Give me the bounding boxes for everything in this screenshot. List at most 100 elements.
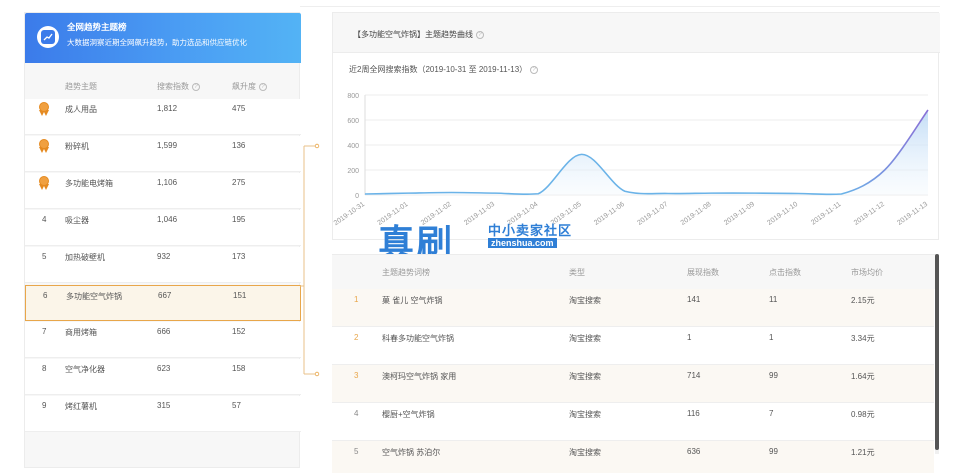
keyword-rank: 3 <box>354 371 359 380</box>
trend-chart-icon <box>37 26 59 48</box>
topic-row[interactable]: 粉碎机 1,599 136 <box>25 136 301 172</box>
topic-row[interactable]: 6 多功能空气炸锅 667 151 <box>25 285 301 321</box>
topic-name: 烤红薯机 <box>65 402 97 411</box>
topic-rise: 195 <box>232 215 246 224</box>
keyword-row[interactable]: 5 空气炸锅 苏泊尔 淘宝搜索 636 99 1.21元 <box>332 441 934 473</box>
topic-rank: 4 <box>42 215 47 224</box>
keyword-word: 空气炸锅 苏泊尔 <box>382 448 441 457</box>
topic-name: 加热破壁机 <box>65 253 105 262</box>
help-icon[interactable]: ? <box>530 65 539 74</box>
topic-rise: 152 <box>232 327 246 336</box>
topic-search-index: 623 <box>157 364 171 373</box>
topic-search-index: 1,599 <box>157 141 178 150</box>
topic-rise: 151 <box>233 291 247 300</box>
keyword-show-index: 636 <box>687 447 701 456</box>
trend-banner: 全网趋势主题榜 大数据洞察近期全网飙升趋势，助力选品和供应链优化 <box>25 13 301 63</box>
topic-row[interactable]: 多功能电烤箱 1,106 275 <box>25 173 301 209</box>
keyword-type: 淘宝搜索 <box>569 372 601 381</box>
series-area <box>365 110 928 195</box>
x-tick-label: 2019-11-09 <box>723 201 756 227</box>
keyword-show-index: 1 <box>687 333 692 342</box>
col-price: 市场均价 <box>851 268 883 277</box>
watermark-en: zhenshua.com <box>488 238 557 248</box>
trend-curve-panel: 【多功能空气炸锅】主题趋势曲线? 近2周全网搜索指数（2019-10-31 至 … <box>332 12 940 240</box>
medal-icon <box>38 139 50 153</box>
topic-name: 空气净化器 <box>65 365 105 374</box>
x-tick-label: 2019-11-08 <box>680 201 713 227</box>
keyword-word: 科春多功能空气炸锅 <box>382 334 454 343</box>
keyword-price: 3.34元 <box>851 334 875 343</box>
y-tick-label: 600 <box>347 118 359 125</box>
keyword-show-index: 116 <box>687 409 700 418</box>
y-tick-label: 800 <box>347 93 359 100</box>
topic-rank: 7 <box>42 327 47 336</box>
keyword-type: 淘宝搜索 <box>569 334 601 343</box>
topic-name: 成人用品 <box>65 105 97 114</box>
keyword-table: 主题趋势词榜 类型 展现指数 点击指数 市场均价 1菓 雀儿 空气炸锅 淘宝搜索 1… <box>332 254 939 473</box>
topic-name: 商用烤箱 <box>65 328 97 337</box>
topic-search-index: 666 <box>157 327 171 336</box>
keyword-click-index: 7 <box>769 409 774 418</box>
topic-row[interactable]: 成人用品 1,812 475 <box>25 99 301 135</box>
x-tick-label: 2019-11-12 <box>853 201 886 227</box>
topic-search-index: 932 <box>157 252 171 261</box>
topic-rise: 275 <box>232 178 246 187</box>
topic-rank: 9 <box>42 401 47 410</box>
topic-rise: 57 <box>232 401 241 410</box>
help-icon[interactable]: ? <box>259 82 267 91</box>
keyword-type: 淘宝搜索 <box>569 296 601 305</box>
keyword-price: 1.21元 <box>851 448 875 457</box>
topic-row[interactable]: 5 加热破壁机 932 173 <box>25 247 301 283</box>
topic-search-index: 1,106 <box>157 178 178 187</box>
keyword-show-index: 714 <box>687 371 701 380</box>
topic-search-index: 1,812 <box>157 104 178 113</box>
keyword-click-index: 99 <box>769 371 778 380</box>
help-icon[interactable]: ? <box>192 82 200 91</box>
help-icon[interactable]: ? <box>476 30 484 39</box>
topic-row[interactable]: 7 商用烤箱 666 152 <box>25 322 301 358</box>
keyword-word: 樱厨+空气炸锅 <box>382 410 435 419</box>
banner-title: 全网趋势主题榜 <box>67 22 127 32</box>
keyword-rank: 2 <box>354 333 359 342</box>
keyword-rank: 4 <box>354 409 359 418</box>
x-tick-label: 2019-11-11 <box>810 201 843 227</box>
keyword-rank: 1 <box>354 295 359 304</box>
topic-rise: 158 <box>232 364 246 373</box>
keyword-price: 1.64元 <box>851 372 875 381</box>
series-line <box>364 109 929 196</box>
topic-name: 多功能空气炸锅 <box>66 292 122 301</box>
keyword-price: 2.15元 <box>851 296 875 305</box>
topic-rank: 5 <box>42 252 47 261</box>
keyword-type: 淘宝搜索 <box>569 448 601 457</box>
col-search-index: 搜索指数? <box>157 81 200 92</box>
keyword-row[interactable]: 1 菓 雀儿 空气炸锅 淘宝搜索 141 11 2.15元 <box>332 289 934 327</box>
scrollbar-thumb[interactable] <box>935 254 939 450</box>
topic-name: 多功能电烤箱 <box>65 179 113 188</box>
topic-rise: 136 <box>232 141 246 150</box>
keyword-type: 淘宝搜索 <box>569 410 601 419</box>
x-tick-label: 2019-11-13 <box>896 201 929 227</box>
keyword-show-index: 141 <box>687 295 701 304</box>
keyword-click-index: 11 <box>769 295 778 304</box>
keyword-rank: 5 <box>354 447 359 456</box>
keyword-row[interactable]: 3 澳柯玛空气炸锅 家用 淘宝搜索 714 99 1.64元 <box>332 365 934 403</box>
topic-row[interactable]: 9 烤红薯机 315 57 <box>25 396 301 432</box>
keyword-word: 菓 雀儿 空气炸锅 <box>382 296 443 305</box>
x-tick-label: 2019-11-07 <box>636 201 669 227</box>
topic-row[interactable]: 4 吸尘器 1,046 195 <box>25 210 301 246</box>
topic-search-index: 667 <box>158 291 172 300</box>
x-tick-label: 2019-10-31 <box>333 201 366 227</box>
col-topic: 趋势主题 <box>65 82 97 91</box>
keyword-row[interactable]: 4 樱厨+空气炸锅 淘宝搜索 116 7 0.98元 <box>332 403 934 441</box>
trend-curve-header: 【多功能空气炸锅】主题趋势曲线? <box>333 13 940 53</box>
keyword-row[interactable]: 2 科春多功能空气炸锅 淘宝搜索 1 1 3.34元 <box>332 327 934 365</box>
keyword-click-index: 1 <box>769 333 774 342</box>
keyword-table-header: 主题趋势词榜 类型 展现指数 点击指数 市场均价 <box>332 255 939 289</box>
col-rise: 飙升度? <box>232 81 267 92</box>
trend-curve-title: 【多功能空气炸锅】主题趋势曲线? <box>353 29 484 40</box>
col-type: 类型 <box>569 268 585 277</box>
topic-row[interactable]: 8 空气净化器 623 158 <box>25 359 301 395</box>
link-bracket <box>300 143 320 377</box>
col-keyword: 主题趋势词榜 <box>382 268 430 277</box>
topic-search-index: 1,046 <box>157 215 178 224</box>
